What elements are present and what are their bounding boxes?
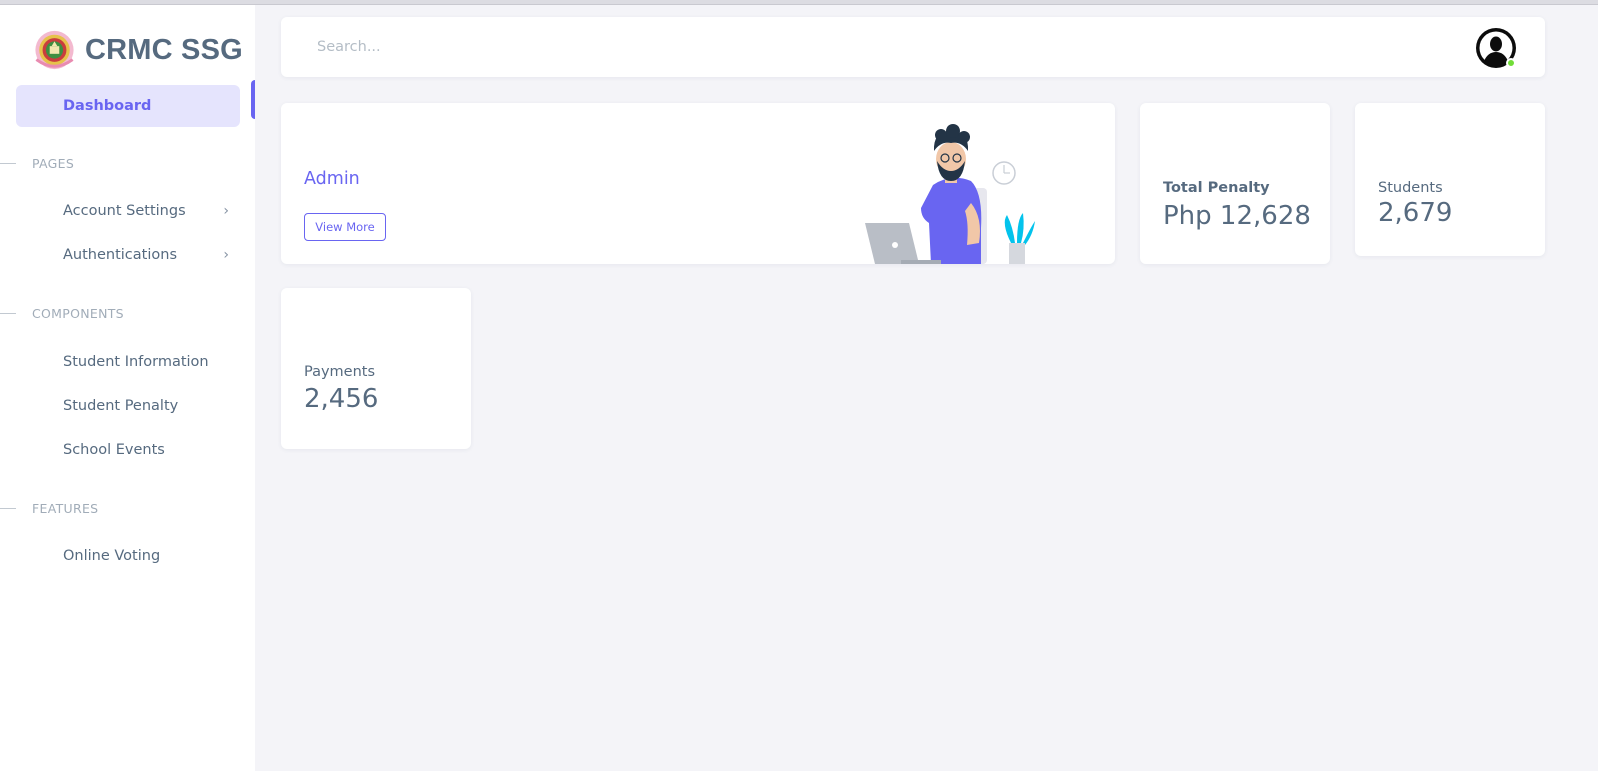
divider — [0, 508, 16, 509]
section-features: FEATURES — [0, 501, 98, 516]
section-title: COMPONENTS — [32, 306, 124, 321]
view-more-button[interactable]: View More — [304, 213, 386, 241]
divider — [0, 313, 16, 314]
stat-value: 2,456 — [304, 384, 379, 414]
stat-label: Payments — [304, 364, 376, 380]
students-card[interactable]: Students 2,679 — [1355, 103, 1545, 256]
stat-label: Total Penalty — [1163, 180, 1270, 196]
chevron-right-icon: › — [223, 247, 229, 263]
sidebar-item-student-information[interactable]: Student Information — [63, 348, 233, 376]
sidebar-item-label: School Events — [63, 442, 165, 458]
man-with-laptop-illustration — [865, 124, 1035, 264]
active-indicator — [251, 80, 255, 119]
sidebar: CRMC SSG Dashboard PAGES Account Setting… — [0, 5, 255, 771]
welcome-card: Admin View More — [281, 103, 1115, 264]
sidebar-item-label: Account Settings — [63, 203, 186, 219]
sidebar-item-online-voting[interactable]: Online Voting — [63, 542, 233, 570]
sidebar-item-authentications[interactable]: Authentications › — [63, 241, 233, 269]
top-navbar — [281, 17, 1545, 77]
sidebar-item-label: Student Information — [63, 354, 209, 370]
welcome-title: Admin — [304, 169, 360, 189]
chevron-right-icon: › — [223, 203, 229, 219]
total-penalty-card[interactable]: Total Penalty Php 12,628 — [1140, 103, 1330, 264]
stat-value: 2,679 — [1378, 198, 1453, 228]
sidebar-item-label: Online Voting — [63, 548, 161, 564]
online-status-badge — [1506, 58, 1516, 68]
crmc-seal-logo — [35, 30, 74, 70]
search-input[interactable] — [303, 29, 513, 65]
section-title: PAGES — [32, 156, 75, 171]
stat-value: Php 12,628 — [1163, 201, 1311, 231]
sidebar-item-student-penalty[interactable]: Student Penalty — [63, 392, 233, 420]
brand[interactable]: CRMC SSG — [32, 29, 243, 71]
brand-name: CRMC SSG — [85, 33, 243, 66]
sidebar-item-school-events[interactable]: School Events — [63, 436, 233, 464]
sidebar-item-dashboard[interactable]: Dashboard — [16, 85, 240, 127]
avatar[interactable] — [1476, 28, 1516, 68]
section-pages: PAGES — [0, 156, 74, 171]
sidebar-item-label: Authentications — [63, 247, 177, 263]
sidebar-item-account-settings[interactable]: Account Settings › — [63, 197, 233, 225]
section-components: COMPONENTS — [0, 306, 124, 321]
section-title: FEATURES — [32, 501, 99, 516]
stat-label: Students — [1378, 180, 1443, 196]
divider — [0, 163, 16, 164]
sidebar-item-label: Student Penalty — [63, 398, 179, 414]
payments-card[interactable]: Payments 2,456 — [281, 288, 471, 449]
